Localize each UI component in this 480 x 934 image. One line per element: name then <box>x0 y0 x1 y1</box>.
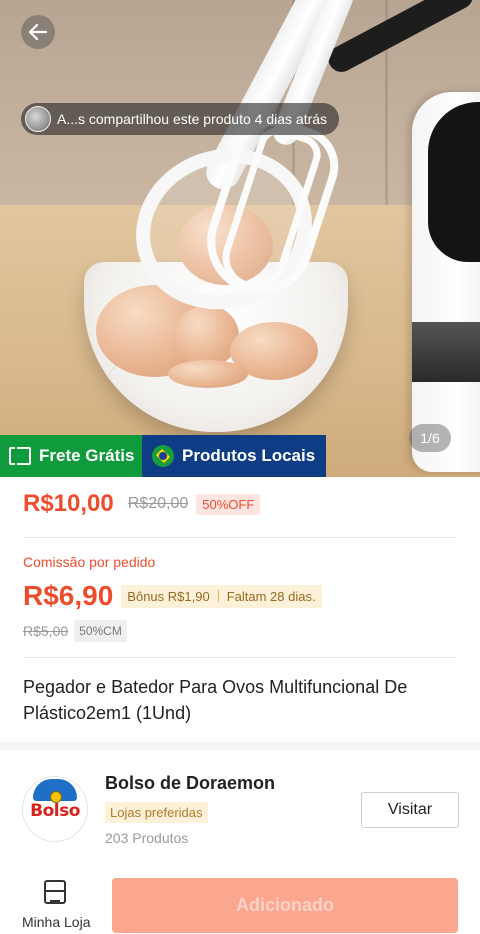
free-shipping-label: Frete Grátis <box>39 446 135 465</box>
divider <box>23 657 457 658</box>
local-products-label: Produtos Locais <box>182 446 316 465</box>
egg-graphic <box>175 305 239 367</box>
divider <box>23 537 457 538</box>
arrow-left-icon <box>28 23 48 41</box>
commission-label: Comissão por pedido <box>23 554 156 570</box>
avatar <box>25 106 51 132</box>
pot-graphic <box>412 92 480 472</box>
commission-row: R$6,90 Bônus R$1,90 Faltam 28 dias. <box>23 580 322 612</box>
shop-name[interactable]: Bolso de Doraemon <box>105 773 275 794</box>
local-products-badge: Produtos Locais <box>142 435 326 477</box>
price-row: R$10,00 R$20,00 50%OFF <box>23 490 261 518</box>
share-notice-text: A...s compartilhou este produto 4 dias a… <box>57 111 328 127</box>
my-store-label[interactable]: Minha Loja <box>22 914 91 930</box>
image-page-indicator: 1/6 <box>409 424 451 452</box>
commission-original: R$5,00 <box>23 623 69 639</box>
free-shipping-badge: Frete Grátis <box>0 435 142 477</box>
back-button[interactable] <box>21 15 55 49</box>
bonus-separator <box>217 590 219 602</box>
commission-rate-badge: 50%CM <box>74 620 127 642</box>
commission-value: R$6,90 <box>23 580 114 611</box>
product-title: Pegador e Batedor Para Ovos Multifuncion… <box>23 677 408 723</box>
original-price: R$20,00 <box>127 495 189 512</box>
bonus-days-left: Faltam 28 dias. <box>226 588 316 604</box>
visit-shop-button[interactable]: Visitar <box>361 792 459 828</box>
egg-graphic <box>168 360 248 388</box>
section-separator <box>0 742 480 750</box>
current-price: R$10,00 <box>23 490 114 517</box>
brazil-flag-icon <box>152 445 174 467</box>
preferred-shop-badge: Lojas preferidas <box>105 802 208 823</box>
shop-logo-text: Bolso <box>30 801 80 821</box>
shop-logo[interactable]: Bolso <box>22 776 88 842</box>
added-button[interactable]: Adicionado <box>112 878 458 933</box>
product-image[interactable] <box>0 0 480 477</box>
share-notice: A...s compartilhou este produto 4 dias a… <box>21 103 340 135</box>
bonus-amount: Bônus R$1,90 <box>127 588 210 604</box>
discount-badge: 50%OFF <box>196 493 261 515</box>
store-icon[interactable] <box>44 880 66 904</box>
shop-product-count: 203 Produtos <box>105 830 189 846</box>
commission-original-row: R$5,00 50%CM <box>23 620 127 642</box>
ticket-icon <box>9 447 31 465</box>
bonus-badge: Bônus R$1,90 Faltam 28 dias. <box>121 584 322 608</box>
